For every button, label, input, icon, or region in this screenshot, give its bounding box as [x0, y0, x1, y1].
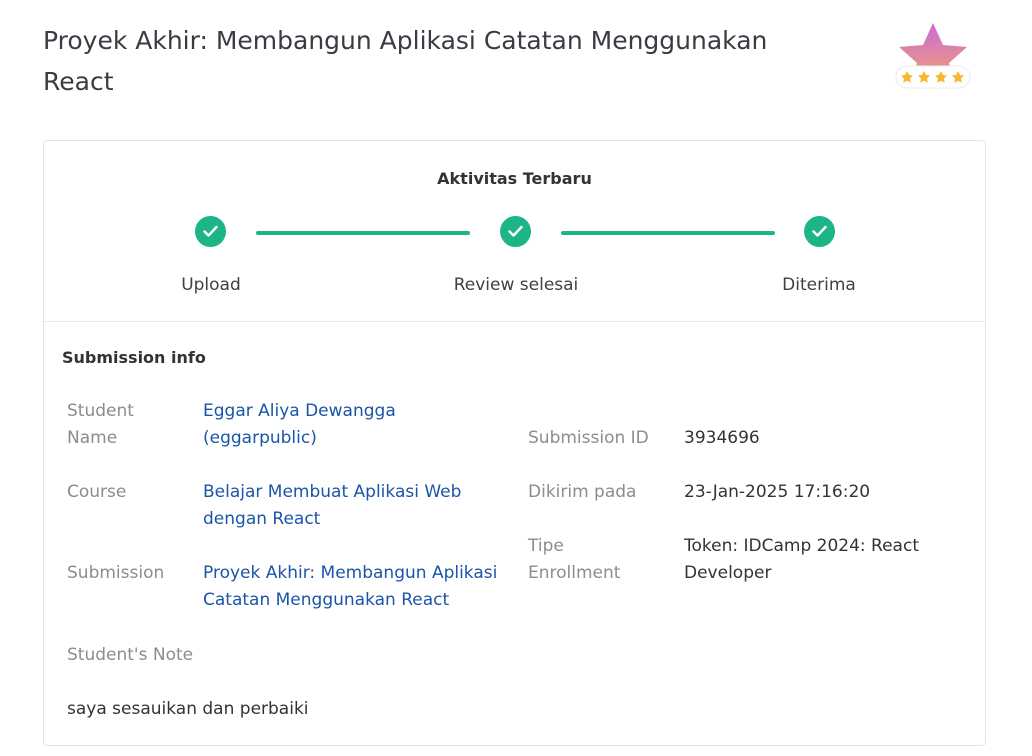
student-note-value: saya sesauikan dan perbaiki: [67, 699, 309, 719]
submission-card: Aktivitas Terbaru Upload Review selesai …: [43, 140, 986, 746]
check-icon: [195, 216, 226, 247]
check-icon: [804, 216, 835, 247]
enrollment-type-label: Tipe Enrollment: [528, 536, 621, 583]
sent-at-label: Dikirim pada: [528, 482, 637, 502]
course-label: Course: [67, 482, 127, 502]
star-rating-badge-icon: [892, 20, 974, 98]
student-note-label: Student's Note: [67, 645, 194, 665]
step-label-review: Review selesai: [453, 275, 579, 295]
activity-title: Aktivitas Terbaru: [437, 169, 592, 188]
progress-line: [561, 231, 775, 235]
submission-id-label: Submission ID: [528, 428, 649, 448]
student-name-label: Student Name: [67, 401, 134, 448]
step-label-accepted: Diterima: [782, 275, 856, 295]
enrollment-type-value: Token: IDCamp 2024: React Developer: [684, 536, 919, 583]
step-label-upload: Upload: [181, 275, 241, 295]
submission-id-value: 3934696: [684, 428, 760, 448]
submission-link[interactable]: Proyek Akhir: Membangun Aplikasi Catatan…: [203, 560, 523, 614]
submission-label: Submission: [67, 563, 165, 583]
progress-line: [256, 231, 470, 235]
sent-at-value: 23-Jan-2025 17:16:20: [684, 482, 871, 502]
activity-tracker: Aktivitas Terbaru Upload Review selesai …: [44, 141, 985, 322]
page-title: Proyek Akhir: Membangun Aplikasi Catatan…: [43, 26, 768, 96]
course-link[interactable]: Belajar Membuat Aplikasi Web dengan Reac…: [203, 479, 488, 533]
student-name-link[interactable]: Eggar Aliya Dewangga (eggarpublic): [203, 398, 423, 452]
check-icon: [500, 216, 531, 247]
section-title: Submission info: [62, 348, 206, 367]
